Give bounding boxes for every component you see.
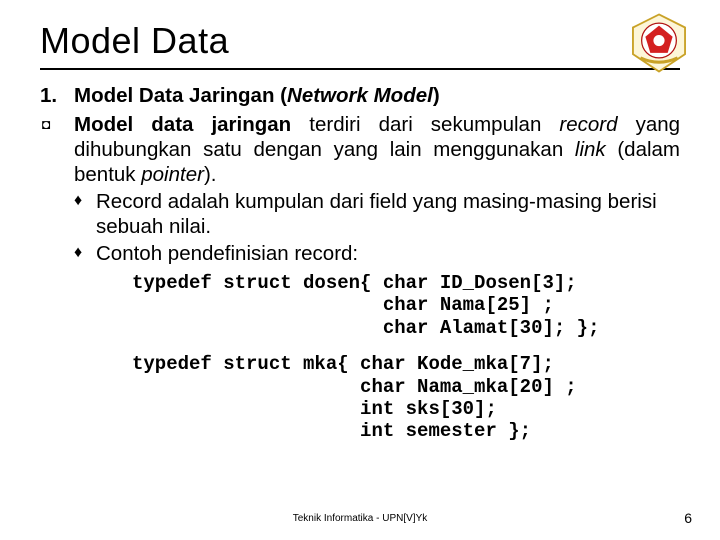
sub-item-1-text: Record adalah kumpulan dari field yang m…	[96, 189, 680, 239]
sub-item-2: ♦ Contoh pendefinisian record:	[74, 241, 680, 266]
sub-item-2-text: Contoh pendefinisian record:	[96, 241, 358, 266]
list-item-body: ◘ Model data jaringan terdiri dari sekum…	[40, 112, 680, 443]
square-bullet-icon: ◘	[40, 112, 74, 443]
list-number: 1.	[40, 84, 74, 108]
list-item-1: 1. Model Data Jaringan (Network Model)	[40, 84, 680, 108]
institution-logo	[628, 12, 690, 74]
code-block-1: typedef struct dosen{ char ID_Dosen[3]; …	[74, 272, 680, 339]
list-item-1-text: Model Data Jaringan (Network Model)	[74, 84, 440, 108]
slide-content: Model Data 1. Model Data Jaringan (Netwo…	[0, 0, 720, 443]
page-number: 6	[684, 510, 692, 526]
diamond-bullet-icon: ♦	[74, 189, 96, 239]
slide-title: Model Data	[40, 20, 680, 62]
body-paragraph: Model data jaringan terdiri dari sekumpu…	[74, 112, 680, 187]
title-rule	[40, 68, 680, 70]
footer-text: Teknik Informatika - UPN[V]Yk	[0, 513, 720, 524]
code-block-2: typedef struct mka{ char Kode_mka[7]; ch…	[74, 353, 680, 443]
diamond-bullet-icon: ♦	[74, 241, 96, 266]
sub-item-1: ♦ Record adalah kumpulan dari field yang…	[74, 189, 680, 239]
